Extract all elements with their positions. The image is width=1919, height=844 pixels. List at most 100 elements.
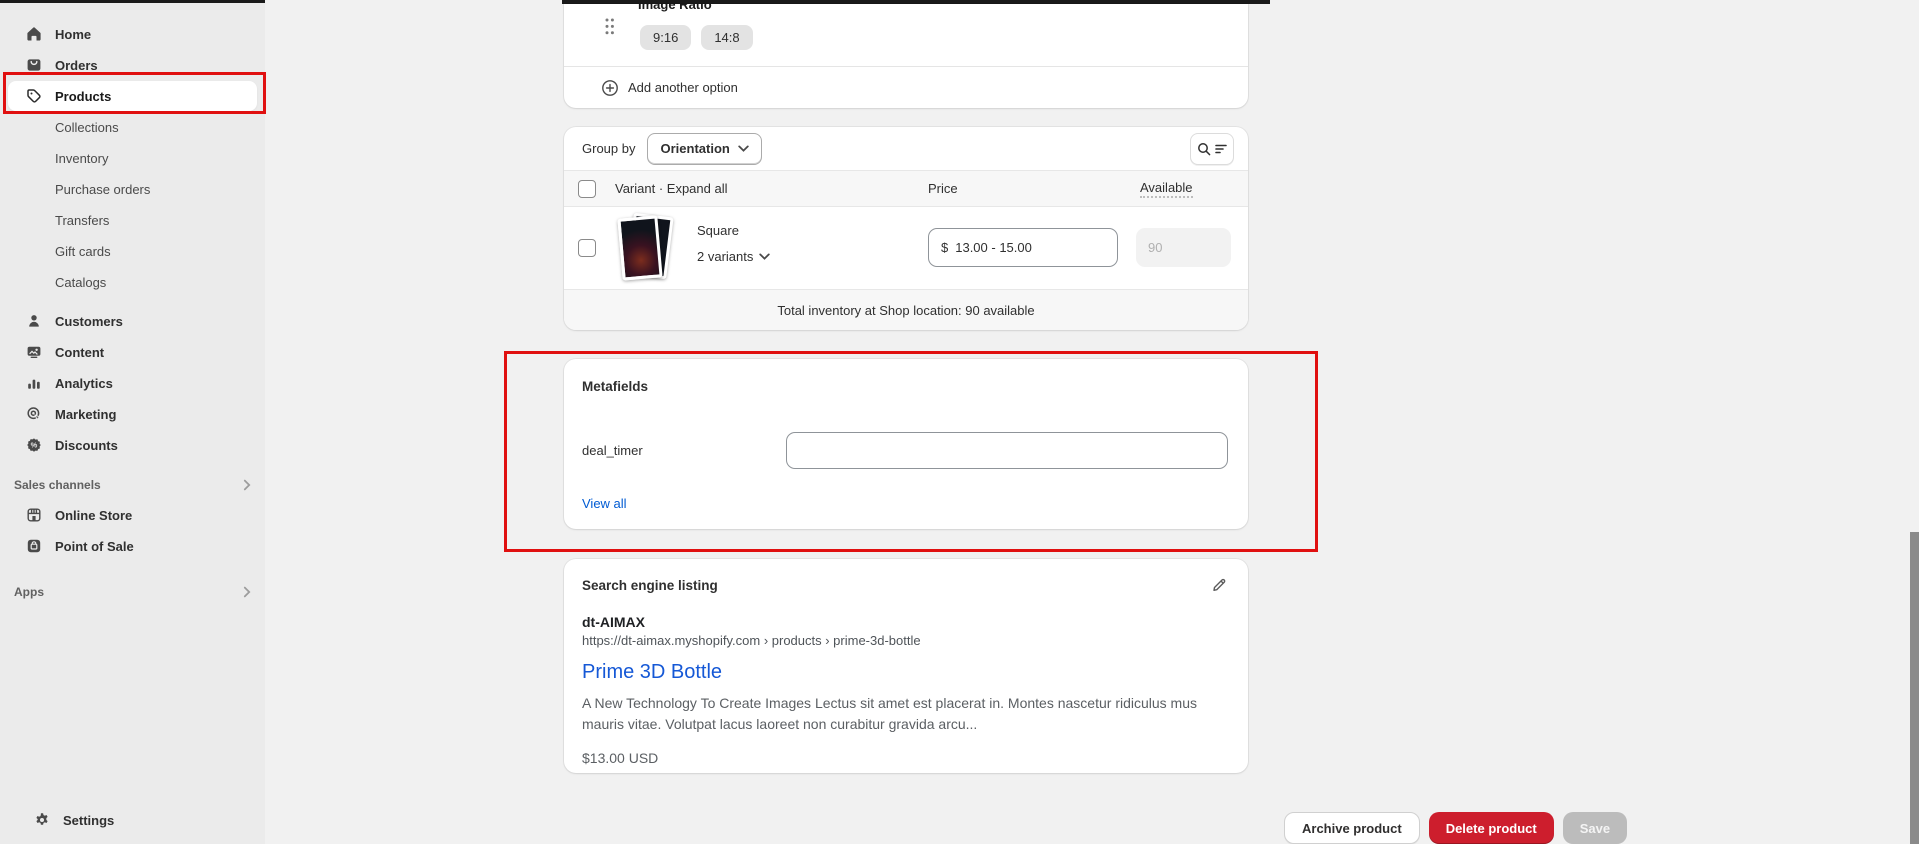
- total-inventory-row: Total inventory at Shop location: 90 ava…: [564, 289, 1248, 330]
- sidebar-item-marketing[interactable]: Marketing: [8, 399, 257, 429]
- add-another-option-label: Add another option: [628, 80, 738, 95]
- sidebar-item-collections[interactable]: Collections: [8, 112, 257, 142]
- sidebar-item-label: Settings: [63, 813, 114, 828]
- orders-icon: [26, 57, 43, 74]
- sidebar-item-label: Transfers: [55, 213, 109, 228]
- variant-group-name: Square: [697, 223, 739, 238]
- metafield-value-input[interactable]: [786, 432, 1228, 469]
- home-icon: [26, 26, 43, 43]
- seo-site-name: dt-AIMAX: [582, 614, 1229, 630]
- sidebar-item-online-store[interactable]: Online Store: [8, 500, 257, 530]
- sidebar-item-label: Orders: [55, 58, 98, 73]
- customers-icon: [26, 313, 43, 330]
- sidebar-item-catalogs[interactable]: Catalogs: [8, 267, 257, 297]
- price-column-header: Price: [928, 181, 958, 196]
- metafields-title: Metafields: [582, 379, 1229, 394]
- sidebar-item-label: Point of Sale: [55, 539, 134, 554]
- sidebar-item-home[interactable]: Home: [8, 19, 257, 49]
- sidebar-item-label: Purchase orders: [55, 182, 150, 197]
- pos-icon: [26, 538, 43, 555]
- sidebar-item-settings[interactable]: Settings: [16, 805, 249, 835]
- available-input-disabled: 90: [1136, 228, 1231, 267]
- variants-card: Group by Orientation Variant · Expand al…: [564, 127, 1248, 330]
- metafield-row: deal_timer: [582, 432, 1229, 469]
- option-name-label-clipped: Image Ratio: [638, 4, 712, 13]
- vertical-scrollbar-thumb[interactable]: [1910, 532, 1919, 844]
- seo-price: $13.00 USD: [582, 750, 1229, 766]
- search-and-sort-button[interactable]: [1190, 133, 1234, 165]
- sidebar-item-inventory[interactable]: Inventory: [8, 143, 257, 173]
- plus-circle-icon: [601, 79, 619, 97]
- available-value: 90: [1148, 240, 1162, 255]
- available-column-header[interactable]: Available: [1140, 180, 1193, 198]
- variant-row: Square 2 variants $ 13.00 - 15.00 90: [564, 207, 1248, 289]
- sidebar-item-label: Catalogs: [55, 275, 106, 290]
- sidebar-item-point-of-sale[interactable]: Point of Sale: [8, 531, 257, 561]
- sidebar-item-label: Marketing: [55, 407, 116, 422]
- sidebar-spacer: [0, 298, 265, 306]
- variants-table-header: Variant · Expand all Price Available: [564, 170, 1248, 207]
- sidebar-item-purchase-orders[interactable]: Purchase orders: [8, 174, 257, 204]
- store-icon: [26, 507, 43, 524]
- seo-page-title-link[interactable]: Prime 3D Bottle: [582, 661, 722, 684]
- sidebar-section-label: Sales channels: [14, 478, 101, 492]
- svg-text:%: %: [31, 441, 38, 450]
- variant-row-checkbox[interactable]: [578, 239, 596, 257]
- variant-expand-all-header[interactable]: Variant · Expand all: [615, 181, 728, 196]
- sidebar-item-products[interactable]: Products: [8, 81, 257, 111]
- discounts-icon: %: [26, 437, 43, 454]
- variant-thumbnail[interactable]: [616, 213, 678, 285]
- seo-title-heading: Search engine listing: [582, 578, 718, 593]
- chevron-down-icon: [759, 253, 770, 260]
- sidebar-item-analytics[interactable]: Analytics: [8, 368, 257, 398]
- total-inventory-note: Total inventory at Shop location: 90 ava…: [777, 303, 1034, 318]
- option-value-chip[interactable]: 14:8: [701, 25, 752, 50]
- pencil-icon: [1211, 577, 1227, 593]
- option-value-chip[interactable]: 9:16: [640, 25, 691, 50]
- sidebar-section-label: Apps: [14, 585, 44, 599]
- sidebar-item-label: Home: [55, 27, 91, 42]
- variant-count-label: 2 variants: [697, 249, 753, 264]
- delete-product-button[interactable]: Delete product: [1429, 812, 1554, 844]
- sidebar-item-content[interactable]: Content: [8, 337, 257, 367]
- content-icon: [26, 344, 43, 361]
- sidebar-item-customers[interactable]: Customers: [8, 306, 257, 336]
- sidebar-item-label: Inventory: [55, 151, 108, 166]
- metafields-card: Metafields deal_timer View all: [564, 359, 1248, 529]
- sidebar-item-label: Discounts: [55, 438, 118, 453]
- sidebar-item-label: Products: [55, 89, 111, 104]
- sort-lines-icon: [1215, 143, 1227, 155]
- option-value-chips: 9:16 14:8: [640, 25, 753, 50]
- seo-description: A New Technology To Create Images Lectus…: [582, 693, 1222, 735]
- sidebar-item-label: Online Store: [55, 508, 132, 523]
- seo-card: Search engine listing dt-AIMAX https://d…: [564, 559, 1248, 773]
- group-by-label: Group by: [582, 141, 635, 156]
- add-another-option-button[interactable]: Add another option: [564, 67, 1248, 108]
- currency-prefix: $: [941, 240, 948, 255]
- metafield-key-label: deal_timer: [582, 443, 643, 458]
- archive-product-button[interactable]: Archive product: [1284, 812, 1420, 844]
- marketing-icon: [26, 406, 43, 423]
- view-all-metafields-link[interactable]: View all: [582, 496, 627, 511]
- page-footer-actions: Archive product Delete product Save: [1284, 812, 1627, 844]
- price-value: 13.00 - 15.00: [955, 240, 1032, 255]
- sidebar-item-gift-cards[interactable]: Gift cards: [8, 236, 257, 266]
- seo-url-breadcrumb: https://dt-aimax.myshopify.com › product…: [582, 633, 1229, 648]
- select-all-checkbox[interactable]: [578, 180, 596, 198]
- sidebar-section-apps[interactable]: Apps: [8, 579, 257, 605]
- sidebar-item-orders[interactable]: Orders: [8, 50, 257, 80]
- sidebar-item-transfers[interactable]: Transfers: [8, 205, 257, 235]
- variant-thumbnail-front-image: [617, 215, 662, 280]
- group-by-select[interactable]: Orientation: [647, 133, 761, 165]
- edit-seo-button[interactable]: [1209, 575, 1229, 595]
- sidebar-section-sales-channels[interactable]: Sales channels: [8, 472, 257, 498]
- drag-handle-icon[interactable]: [604, 17, 615, 41]
- save-button[interactable]: Save: [1563, 812, 1627, 844]
- sidebar-item-label: Analytics: [55, 376, 113, 391]
- group-by-value: Orientation: [660, 141, 729, 156]
- variant-count-toggle[interactable]: 2 variants: [697, 249, 770, 264]
- sidebar-item-label: Gift cards: [55, 244, 111, 259]
- sidebar-item-discounts[interactable]: % Discounts: [8, 430, 257, 460]
- price-range-input[interactable]: $ 13.00 - 15.00: [928, 228, 1118, 267]
- sidebar-item-label: Content: [55, 345, 104, 360]
